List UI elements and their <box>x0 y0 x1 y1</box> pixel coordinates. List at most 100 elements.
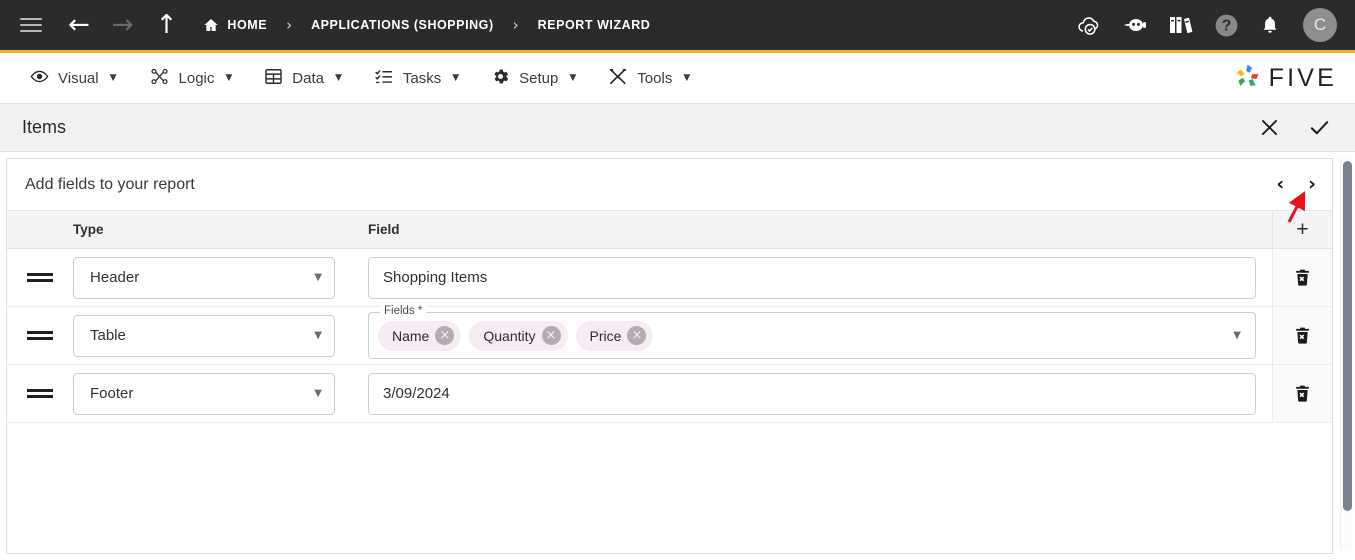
chevron-down-icon: ▼ <box>225 73 233 83</box>
dialog-title-bar: Items <box>0 104 1355 152</box>
row-type-cell: Table ▼ <box>73 314 368 357</box>
chevron-down-icon: ▼ <box>314 272 322 283</box>
chevron-down-icon[interactable]: ▼ <box>1233 330 1247 341</box>
field-text-input-header[interactable]: Shopping Items <box>368 256 1256 299</box>
chip-remove-icon[interactable]: × <box>627 326 647 345</box>
hamburger-menu-icon[interactable] <box>20 14 42 36</box>
vertical-scrollbar[interactable] <box>1340 158 1353 550</box>
library-books-icon[interactable] <box>1168 13 1194 37</box>
dialog-actions <box>1259 116 1331 139</box>
row-field-cell: Shopping Items <box>368 256 1272 299</box>
checklist-icon <box>374 67 394 90</box>
five-pinwheel-logo-icon <box>1233 61 1262 95</box>
add-row-cell: + <box>1272 211 1332 248</box>
type-select-table[interactable]: Table ▼ <box>73 314 335 357</box>
menu-item-setup[interactable]: Setup ▼ <box>475 61 592 96</box>
breadcrumb-label-home: HOME <box>227 18 268 32</box>
menu-item-tools[interactable]: Tools ▼ <box>592 61 706 96</box>
eye-icon <box>30 67 49 90</box>
chip-remove-icon[interactable]: × <box>541 326 561 345</box>
chevron-down-icon: ▼ <box>683 73 691 83</box>
menu-item-logic[interactable]: Logic ▼ <box>133 61 249 96</box>
breadcrumb-label-applications: APPLICATIONS (SHOPPING) <box>311 18 494 32</box>
tools-icon <box>608 67 628 90</box>
gear-icon <box>491 67 510 90</box>
close-icon[interactable] <box>1259 117 1280 138</box>
field-text-input-footer[interactable]: 3/09/2024 <box>368 372 1256 415</box>
chevron-down-icon: ▼ <box>452 73 460 83</box>
menu-label-setup: Setup <box>519 69 559 87</box>
delete-icon[interactable] <box>1293 267 1312 288</box>
row-field-cell: Fields * Name × Quantity × Price × ▼ <box>368 305 1272 359</box>
home-icon <box>203 17 219 33</box>
chevron-down-icon: ▼ <box>569 73 577 83</box>
top-navigation-bar: ← → ↑ HOME › APPLICATIONS (SHOPPING) › R… <box>0 0 1355 53</box>
back-arrow-icon[interactable]: ← <box>68 12 90 38</box>
drag-handle-icon[interactable] <box>27 389 53 398</box>
notifications-bell-icon[interactable] <box>1259 13 1281 37</box>
cloud-check-icon[interactable] <box>1076 12 1102 38</box>
menu-label-logic: Logic <box>178 69 215 87</box>
drag-handle-icon[interactable] <box>27 273 53 282</box>
up-arrow-icon[interactable]: ↑ <box>156 12 178 38</box>
breadcrumb-separator: › <box>286 16 293 34</box>
fields-multiselect-legend: Fields * <box>380 305 427 317</box>
field-chip-label: Name <box>392 327 430 344</box>
next-page-chevron[interactable]: › <box>1308 175 1316 194</box>
page-title: Items <box>22 117 67 137</box>
report-fields-panel: Add fields to your report ‹ › Type Field… <box>6 158 1333 554</box>
help-icon[interactable]: ? <box>1214 13 1239 38</box>
add-row-button[interactable]: + <box>1296 219 1308 240</box>
chevron-down-icon: ▼ <box>334 73 342 83</box>
type-select-header[interactable]: Header ▼ <box>73 256 335 299</box>
menu-item-tasks[interactable]: Tasks ▼ <box>358 61 475 96</box>
fields-multiselect[interactable]: Fields * Name × Quantity × Price × ▼ <box>368 305 1256 359</box>
delete-icon[interactable] <box>1293 325 1312 346</box>
breadcrumb-item-home[interactable]: HOME <box>203 17 267 33</box>
menu-item-data[interactable]: Data ▼ <box>248 61 358 96</box>
chevron-down-icon: ▼ <box>314 330 322 341</box>
logic-nodes-icon <box>149 67 170 90</box>
field-chip-quantity[interactable]: Quantity × <box>469 320 568 351</box>
row-field-cell: 3/09/2024 <box>368 372 1272 415</box>
breadcrumb-item-applications[interactable]: APPLICATIONS (SHOPPING) <box>311 18 494 32</box>
application-menu-bar: Visual ▼ Logic ▼ Data ▼ Tasks ▼ Setup ▼ … <box>0 53 1355 104</box>
table-header-row: Type Field + <box>7 211 1332 249</box>
menu-label-tasks: Tasks <box>402 69 442 87</box>
forward-arrow-icon[interactable]: → <box>112 12 134 38</box>
breadcrumb-label-report-wizard: REPORT WIZARD <box>537 18 651 32</box>
chevron-down-icon: ▼ <box>314 388 322 399</box>
menu-label-visual: Visual <box>58 69 99 87</box>
five-brand-text: FIVE <box>1268 63 1337 92</box>
row-handle-cell <box>7 386 73 401</box>
panel-heading: Add fields to your report <box>25 175 195 193</box>
scrollbar-thumb[interactable] <box>1343 161 1352 511</box>
menu-label-tools: Tools <box>637 69 673 87</box>
confirm-check-icon[interactable] <box>1308 116 1331 139</box>
type-select-value: Table <box>90 327 126 344</box>
row-type-cell: Footer ▼ <box>73 372 368 415</box>
field-chip-label: Quantity <box>483 327 536 344</box>
menu-item-visual[interactable]: Visual ▼ <box>14 61 133 96</box>
type-select-value: Header <box>90 269 140 286</box>
field-chip-price[interactable]: Price × <box>575 320 654 351</box>
drag-handle-icon[interactable] <box>27 331 53 340</box>
breadcrumb-item-report-wizard[interactable]: REPORT WIZARD <box>538 18 651 32</box>
menu-label-data: Data <box>292 69 324 87</box>
breadcrumb-separator: › <box>512 16 519 34</box>
previous-page-chevron[interactable]: ‹ <box>1276 175 1284 194</box>
row-delete-cell <box>1272 307 1332 364</box>
breadcrumb: HOME › APPLICATIONS (SHOPPING) › REPORT … <box>203 16 650 34</box>
selected-field-chips: Name × Quantity × Price × <box>378 320 654 351</box>
field-chip-name[interactable]: Name × <box>378 320 462 351</box>
user-avatar[interactable]: C <box>1303 8 1337 42</box>
chip-remove-icon[interactable]: × <box>435 326 455 345</box>
five-brand-logo: FIVE <box>1233 61 1337 95</box>
row-handle-cell <box>7 328 73 343</box>
panel-header: Add fields to your report ‹ › <box>7 159 1332 211</box>
field-chip-label: Price <box>589 327 622 344</box>
type-select-footer[interactable]: Footer ▼ <box>73 372 335 415</box>
delete-icon[interactable] <box>1293 383 1312 404</box>
chevron-down-icon: ▼ <box>109 73 117 83</box>
chat-bot-icon[interactable] <box>1122 13 1148 37</box>
